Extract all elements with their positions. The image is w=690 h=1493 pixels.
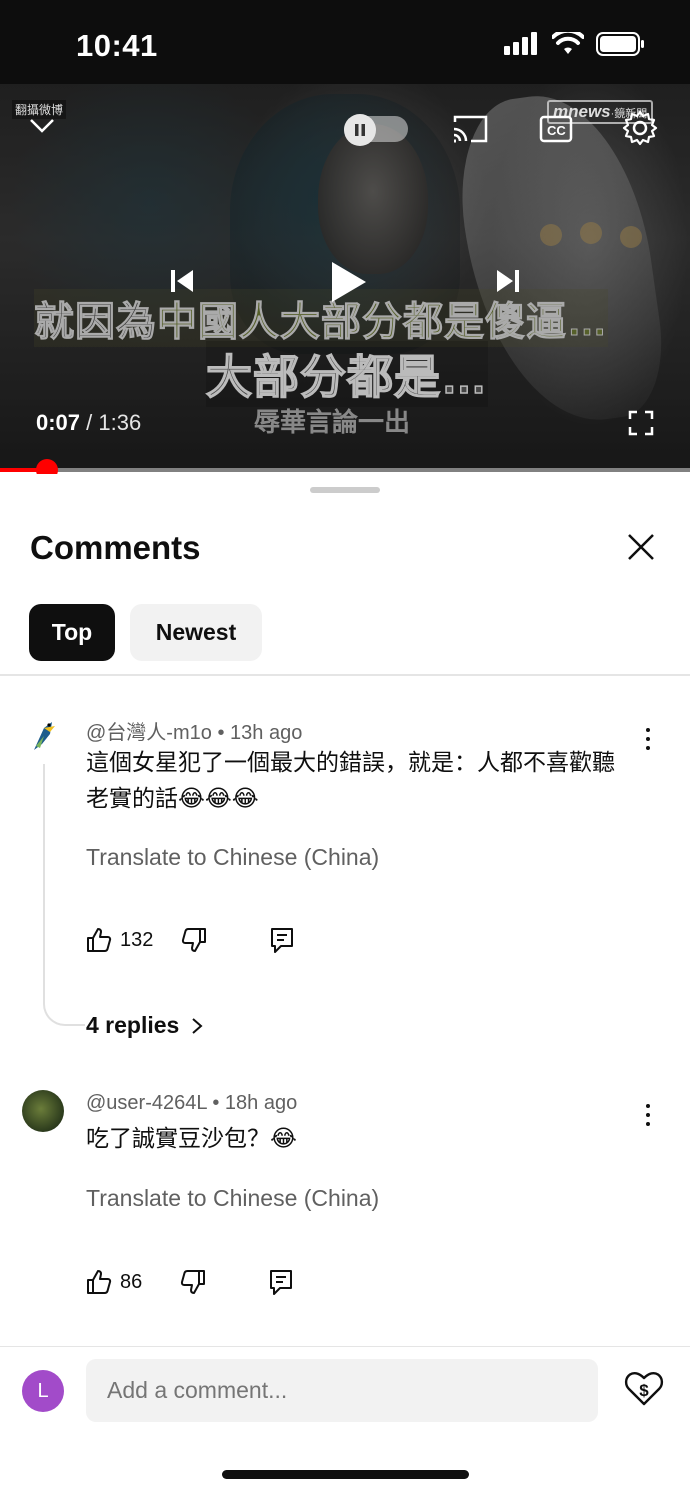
dislike-button[interactable] — [181, 927, 207, 953]
reply-icon — [271, 928, 294, 953]
like-count: 132 — [120, 928, 154, 951]
view-replies-link[interactable]: 4 replies — [86, 1012, 203, 1039]
duration: 1:36 — [98, 410, 142, 435]
fullscreen-icon — [628, 410, 654, 436]
time-readout: 0:07 / 1:36 — [36, 410, 141, 436]
wifi-icon — [552, 32, 584, 54]
time-separator: / — [80, 410, 99, 435]
video-subtitle-line-1-a: 就因為 — [34, 300, 157, 345]
tab-top[interactable]: Top — [29, 604, 115, 661]
autoplay-toggle[interactable] — [344, 114, 408, 146]
settings-button[interactable] — [620, 108, 660, 148]
translate-link[interactable]: Translate to Chinese (China) — [86, 1185, 379, 1212]
current-time: 0:07 — [36, 410, 81, 435]
autoplay-knob — [344, 114, 376, 146]
composer-divider — [0, 1346, 690, 1347]
avatar[interactable] — [22, 1090, 64, 1132]
status-bar: 10:41 — [0, 0, 690, 84]
comment-text: 吃了誠實豆沙包？😂 — [86, 1125, 297, 1151]
progress-bar[interactable] — [0, 459, 690, 481]
chevron-down-icon — [30, 119, 54, 133]
comment-more-button[interactable] — [638, 1100, 658, 1130]
replies-count: 4 replies — [86, 1012, 180, 1038]
super-thanks-button[interactable]: $ — [624, 1368, 664, 1408]
next-button[interactable] — [476, 249, 540, 313]
like-count: 86 — [120, 1270, 143, 1293]
close-icon — [628, 534, 654, 560]
status-time: 10:41 — [76, 28, 158, 63]
comments-title: Comments — [30, 529, 201, 566]
thumbs-down-icon — [182, 928, 207, 952]
sheet-drag-handle[interactable] — [310, 487, 380, 493]
comment-more-button[interactable] — [638, 724, 658, 754]
translate-link[interactable]: Translate to Chinese (China) — [86, 844, 379, 871]
reply-button[interactable] — [268, 1268, 294, 1296]
settings-gear-icon — [622, 110, 658, 146]
thumbs-up-icon — [87, 928, 112, 952]
cellular-signal-icon — [504, 32, 537, 55]
comment-text: 這個女星犯了一個最大的錯誤，就是：人都不喜歡聽老實的話😂😂😂 — [86, 749, 615, 811]
meta-separator: • — [212, 1092, 220, 1114]
fullscreen-button[interactable] — [624, 406, 658, 440]
battery-icon — [596, 32, 644, 56]
cast-icon — [453, 115, 488, 143]
video-subtitle-line-3: 辱華言論一出 — [254, 407, 411, 437]
svg-text:$: $ — [639, 1381, 649, 1400]
bird-avatar-icon — [34, 722, 55, 750]
like-button[interactable]: 132 — [86, 927, 153, 953]
pause-icon — [355, 124, 365, 136]
add-comment-input[interactable] — [86, 1359, 598, 1422]
captions-icon: CC — [539, 115, 573, 143]
comment-author[interactable]: @台灣人-m1o — [86, 722, 212, 744]
dislike-button[interactable] — [180, 1269, 206, 1295]
comment-author[interactable]: @user-4264L — [86, 1092, 207, 1114]
comment-meta: @user-4264L • 18h ago — [86, 1092, 297, 1115]
previous-button[interactable] — [150, 249, 214, 313]
heart-dollar-icon: $ — [624, 1371, 664, 1406]
reply-button[interactable] — [269, 926, 295, 954]
comment-time: 13h ago — [230, 722, 303, 744]
close-button[interactable] — [620, 526, 662, 568]
tab-newest[interactable]: Newest — [130, 604, 262, 661]
meta-separator: • — [217, 722, 225, 744]
play-button[interactable] — [310, 244, 386, 320]
video-subtitle-line-2: 大部分都是… — [205, 341, 488, 407]
reply-icon — [270, 1270, 293, 1295]
thumbs-down-icon — [181, 1270, 206, 1294]
thread-line — [43, 764, 85, 1026]
home-indicator — [222, 1470, 469, 1479]
thumbs-up-icon — [87, 1270, 112, 1294]
svg-text:CC: CC — [547, 123, 566, 138]
cast-button[interactable] — [450, 112, 490, 146]
comment-meta: @台灣人-m1o • 13h ago — [86, 716, 302, 745]
tabs-divider — [0, 674, 690, 676]
comments-sheet: Comments Top Newest @台灣人-m1o • 13h ago 這… — [0, 474, 690, 1493]
video-player[interactable]: 翻攝微博 mnews·鏡新聞 CC 就因為中國人大部分都是傻逼… 大部分都是… … — [0, 84, 690, 472]
comment-actions: 132 — [86, 926, 295, 954]
user-avatar[interactable]: L — [22, 1370, 64, 1412]
comment-actions: 86 — [86, 1268, 294, 1296]
next-icon — [497, 270, 519, 292]
captions-button[interactable]: CC — [538, 112, 574, 146]
avatar[interactable] — [22, 714, 64, 756]
status-icons — [504, 32, 646, 56]
comment-time: 18h ago — [224, 1092, 298, 1114]
chevron-right-icon — [192, 1017, 203, 1034]
like-button[interactable]: 86 — [86, 1269, 142, 1295]
play-icon — [332, 262, 366, 302]
previous-icon — [171, 270, 193, 292]
minimize-button[interactable] — [26, 112, 58, 140]
